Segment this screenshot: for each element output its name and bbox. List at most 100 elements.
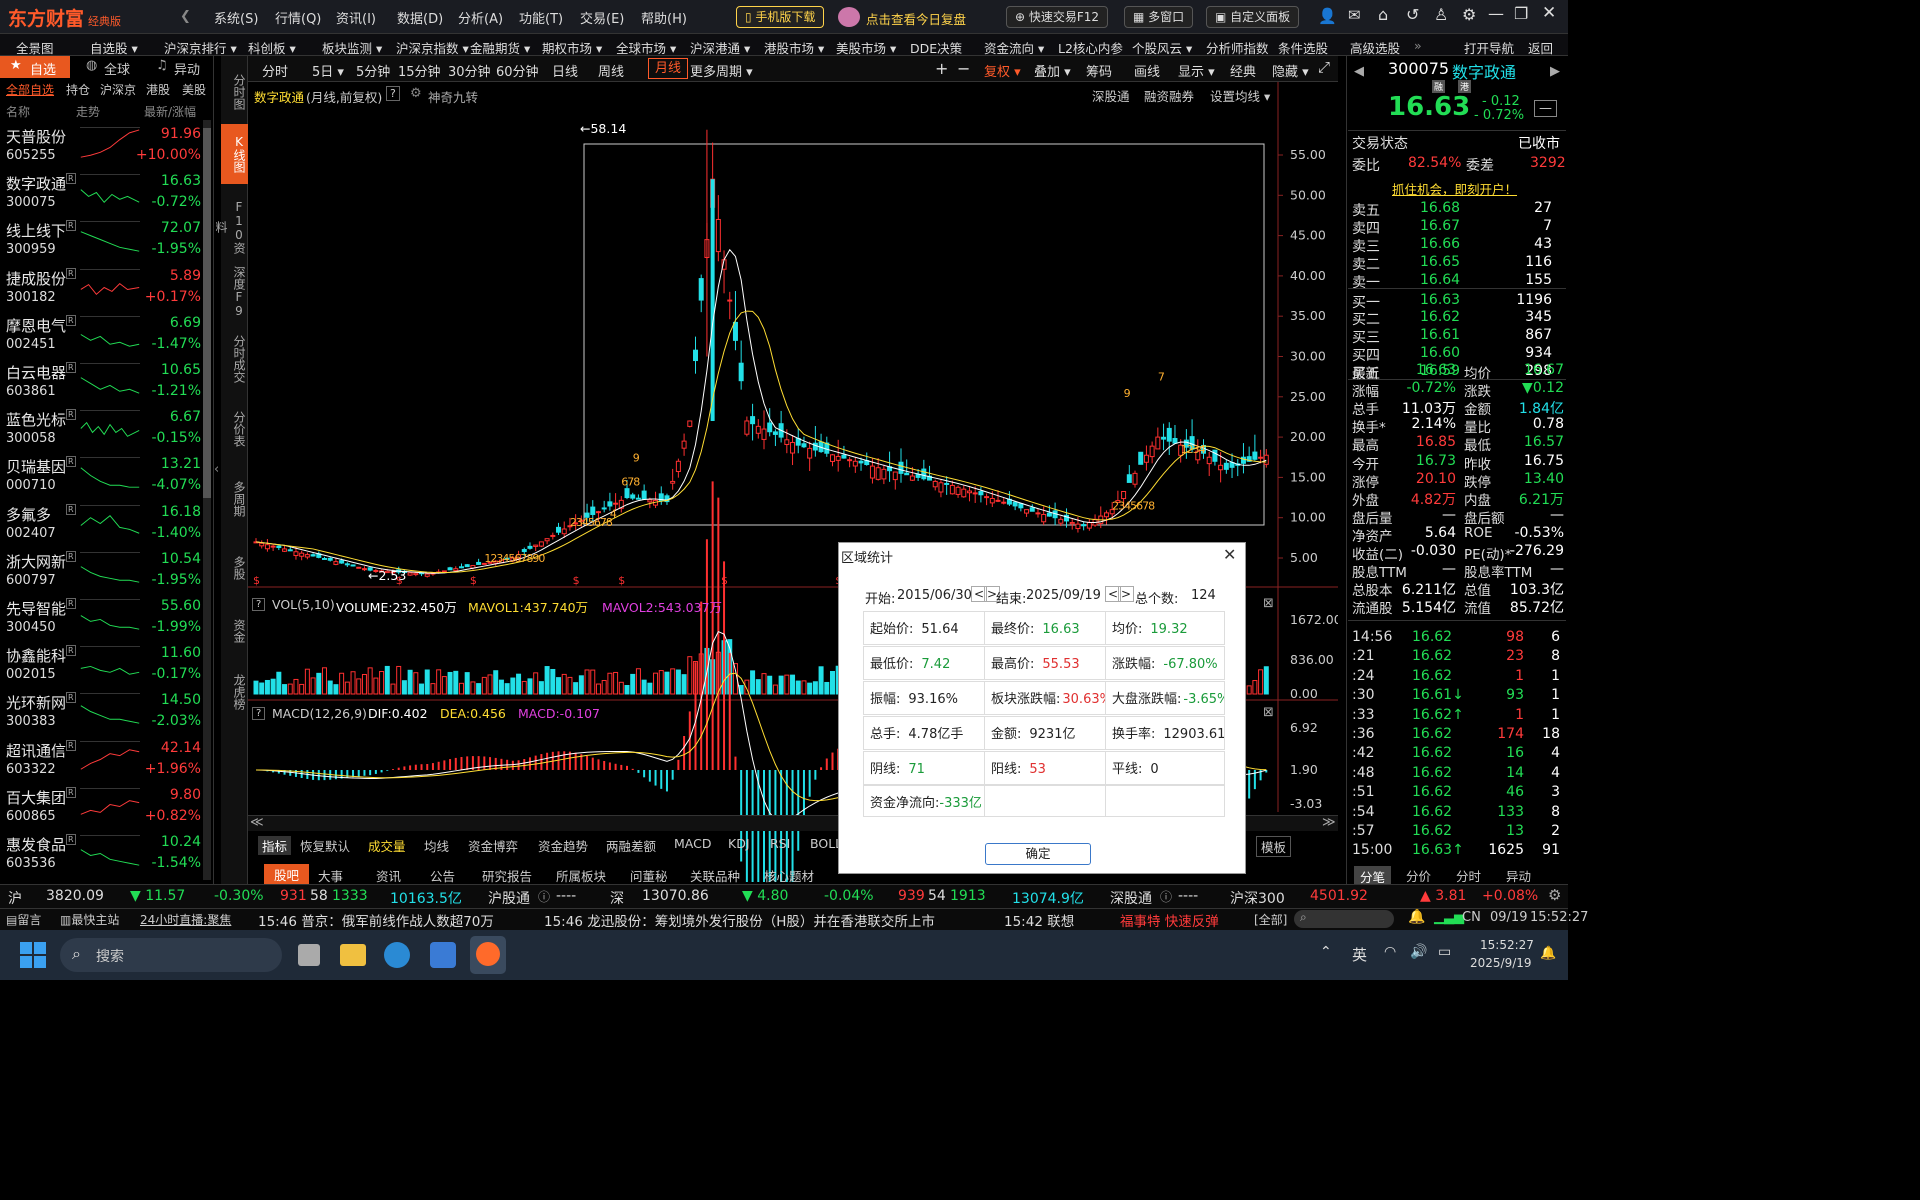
subtab-item[interactable]: 美股 bbox=[182, 81, 206, 98]
undo-icon[interactable]: ↺ bbox=[1406, 5, 1419, 24]
link-ma-settings[interactable]: 设置均线 ▾ bbox=[1210, 86, 1270, 105]
promo-link[interactable]: 抓住机会，即刻开户！ bbox=[1392, 179, 1517, 198]
nav-item[interactable]: 金融期货 ▾ bbox=[470, 38, 530, 57]
subtab-item[interactable]: 沪深京 bbox=[100, 81, 136, 98]
zoom-in-icon[interactable]: + bbox=[935, 59, 948, 78]
period-option[interactable]: 更多周期 ▾ bbox=[690, 61, 753, 80]
macd-close-icon[interactable]: ⊠ bbox=[1263, 705, 1274, 720]
home-icon[interactable]: ⌂ bbox=[1378, 5, 1388, 24]
close-icon[interactable]: ✕ bbox=[1542, 3, 1556, 23]
subtab-item[interactable]: 全部自选 bbox=[6, 81, 54, 98]
column-header[interactable]: 最新/涨幅 bbox=[144, 103, 196, 120]
watchlist-row[interactable]: 数字政通 300075 16.63 -0.72% R bbox=[0, 169, 205, 216]
info-tab[interactable]: 研究报告 bbox=[482, 866, 532, 885]
tab-global[interactable]: 全球 bbox=[104, 59, 130, 78]
watchlist-row[interactable]: 惠发食品 603536 10.24 -1.54% R bbox=[0, 830, 205, 877]
zoom-out-icon[interactable]: − bbox=[957, 59, 970, 78]
indicator-tab[interactable]: 资金趋势 bbox=[538, 836, 588, 855]
battery-icon[interactable]: ▭ bbox=[1438, 944, 1451, 960]
info-tab[interactable]: 所属板块 bbox=[556, 866, 606, 885]
side-tab[interactable]: 分价表 bbox=[221, 398, 248, 460]
watchlist-row[interactable]: 贝瑞基因 000710 13.21 -4.07% R bbox=[0, 452, 205, 499]
task-view-icon[interactable] bbox=[298, 944, 320, 966]
wifi-icon[interactable]: ◠ bbox=[1384, 944, 1396, 960]
gear-icon[interactable]: ⚙ bbox=[410, 86, 422, 101]
side-tab[interactable]: 多周期 bbox=[221, 466, 248, 532]
side-tab[interactable]: 龙虎榜 bbox=[221, 662, 248, 722]
menu-item[interactable]: 功能(T) bbox=[519, 8, 563, 27]
menu-item[interactable]: 帮助(H) bbox=[641, 8, 687, 27]
edge-browser-icon[interactable] bbox=[384, 942, 410, 968]
fast-server-link[interactable]: ▥最快主站 bbox=[60, 911, 119, 928]
toolbar-option[interactable]: 隐藏 ▾ bbox=[1272, 61, 1309, 80]
watchlist-row[interactable]: 百大集团 600865 9.80 +0.82% R bbox=[0, 783, 205, 830]
replay-link[interactable]: 点击查看今日复盘 bbox=[866, 9, 966, 28]
nav-item[interactable]: 沪深京指数 ▾ bbox=[396, 38, 469, 57]
nav-item[interactable]: 期权市场 ▾ bbox=[542, 38, 602, 57]
notification-icon[interactable]: 🔔 bbox=[1540, 946, 1556, 961]
sgt-help-icon[interactable]: ⓘ bbox=[1160, 888, 1172, 905]
menu-item[interactable]: 数据(D) bbox=[397, 8, 443, 27]
scroll-left-icon[interactable]: ≪ bbox=[250, 815, 264, 830]
ime-indicator[interactable]: 英 bbox=[1352, 944, 1367, 965]
hgt-label[interactable]: 沪股通 bbox=[488, 888, 530, 908]
period-option[interactable]: 月线 bbox=[648, 58, 689, 79]
news-item[interactable]: 15:42 联想 bbox=[1004, 910, 1074, 930]
link-margin[interactable]: 融资融券 bbox=[1144, 86, 1194, 105]
info-tab[interactable]: 公告 bbox=[430, 866, 455, 885]
info-tab[interactable]: 大事 bbox=[318, 866, 343, 885]
collapse-left-icon[interactable]: ‹ bbox=[214, 462, 219, 477]
side-tab[interactable]: 分时成交 bbox=[221, 326, 248, 392]
watchlist-row[interactable]: 天普股份 605255 91.96 +10.00% bbox=[0, 122, 205, 169]
nav-item[interactable]: 美股市场 ▾ bbox=[836, 38, 896, 57]
period-option[interactable]: 分时 bbox=[262, 61, 288, 80]
news-item[interactable]: 15:46 普京：俄军前线作战人数超70万 bbox=[258, 910, 494, 930]
period-option[interactable]: 15分钟 bbox=[398, 61, 441, 80]
open-nav-link[interactable]: 打开导航 bbox=[1464, 38, 1514, 57]
nav-item[interactable]: 全景图 bbox=[16, 38, 54, 57]
news-item[interactable]: 15:46 龙迅股份：筹划境外发行股份（H股）并在香港联交所上市 bbox=[544, 910, 935, 930]
toolbar-option[interactable]: 复权 ▾ bbox=[984, 61, 1021, 80]
mail-icon[interactable]: ✉ bbox=[1348, 6, 1361, 24]
indicator-tab[interactable]: RSI bbox=[770, 836, 790, 851]
toolbar-option[interactable]: 叠加 ▾ bbox=[1034, 61, 1071, 80]
nav-item[interactable]: 全球市场 ▾ bbox=[616, 38, 676, 57]
settings-icon[interactable]: ⚙ bbox=[1462, 5, 1476, 24]
watchlist-row[interactable]: 摩恩电气 002451 6.69 -1.47% R bbox=[0, 311, 205, 358]
template-button[interactable]: 模板 bbox=[1256, 836, 1292, 857]
side-tab[interactable]: 多股 bbox=[221, 540, 248, 596]
scroll-right-icon[interactable]: ≫ bbox=[1322, 815, 1336, 830]
custom-panel-button[interactable]: ▣ 自定义面板 bbox=[1206, 6, 1300, 28]
watchlist-row[interactable]: 白云电器 603861 10.65 -1.21% R bbox=[0, 358, 205, 405]
toolbar-option[interactable]: 筹码 bbox=[1086, 61, 1112, 80]
watchlist-scroll-thumb[interactable] bbox=[203, 128, 211, 498]
menu-item[interactable]: 资讯(I) bbox=[336, 8, 376, 27]
sgt-label[interactable]: 深股通 bbox=[1110, 888, 1152, 908]
end-next-button[interactable]: > bbox=[1118, 586, 1135, 602]
nav-item[interactable]: 资金流向 ▾ bbox=[984, 38, 1044, 57]
indicator-tab[interactable]: 恢复默认 bbox=[300, 836, 350, 855]
watchlist-row[interactable]: 蓝色光标 300058 6.67 -0.15% R bbox=[0, 405, 205, 452]
message-link[interactable]: ▤留言 bbox=[6, 911, 41, 928]
side-tab[interactable]: 深度F9 bbox=[221, 264, 248, 320]
restore-icon[interactable]: ❐ bbox=[1514, 4, 1528, 23]
column-header[interactable]: 走势 bbox=[76, 103, 100, 120]
taskbar-search-input[interactable] bbox=[60, 938, 282, 972]
nav-item[interactable]: 科创板 ▾ bbox=[248, 38, 296, 57]
shirt-icon[interactable]: ♙ bbox=[1434, 5, 1448, 24]
period-option[interactable]: 60分钟 bbox=[496, 61, 539, 80]
dialog-close-icon[interactable]: ✕ bbox=[1223, 545, 1236, 564]
side-tab[interactable]: F10资料 bbox=[214, 196, 248, 258]
side-tab[interactable]: 资金 bbox=[221, 606, 248, 656]
minimize-icon[interactable]: — bbox=[1488, 4, 1504, 23]
quote-tab[interactable]: 分价 bbox=[1406, 866, 1431, 885]
side-tab[interactable]: 分时图 bbox=[221, 64, 248, 120]
store-icon[interactable] bbox=[430, 942, 456, 968]
vol-help-icon[interactable]: ? bbox=[252, 598, 266, 611]
watchlist-row[interactable]: 多氟多 002407 16.18 -1.40% R bbox=[0, 500, 205, 547]
nav-item[interactable]: DDE决策 bbox=[910, 38, 962, 57]
prev-stock-icon[interactable]: ◀ bbox=[1354, 64, 1364, 79]
nine-turn-toggle[interactable]: 神奇九转 bbox=[428, 87, 478, 106]
nav-item[interactable]: 沪深京排行 ▾ bbox=[164, 38, 237, 57]
info-tab[interactable]: 关联品种 bbox=[690, 866, 740, 885]
